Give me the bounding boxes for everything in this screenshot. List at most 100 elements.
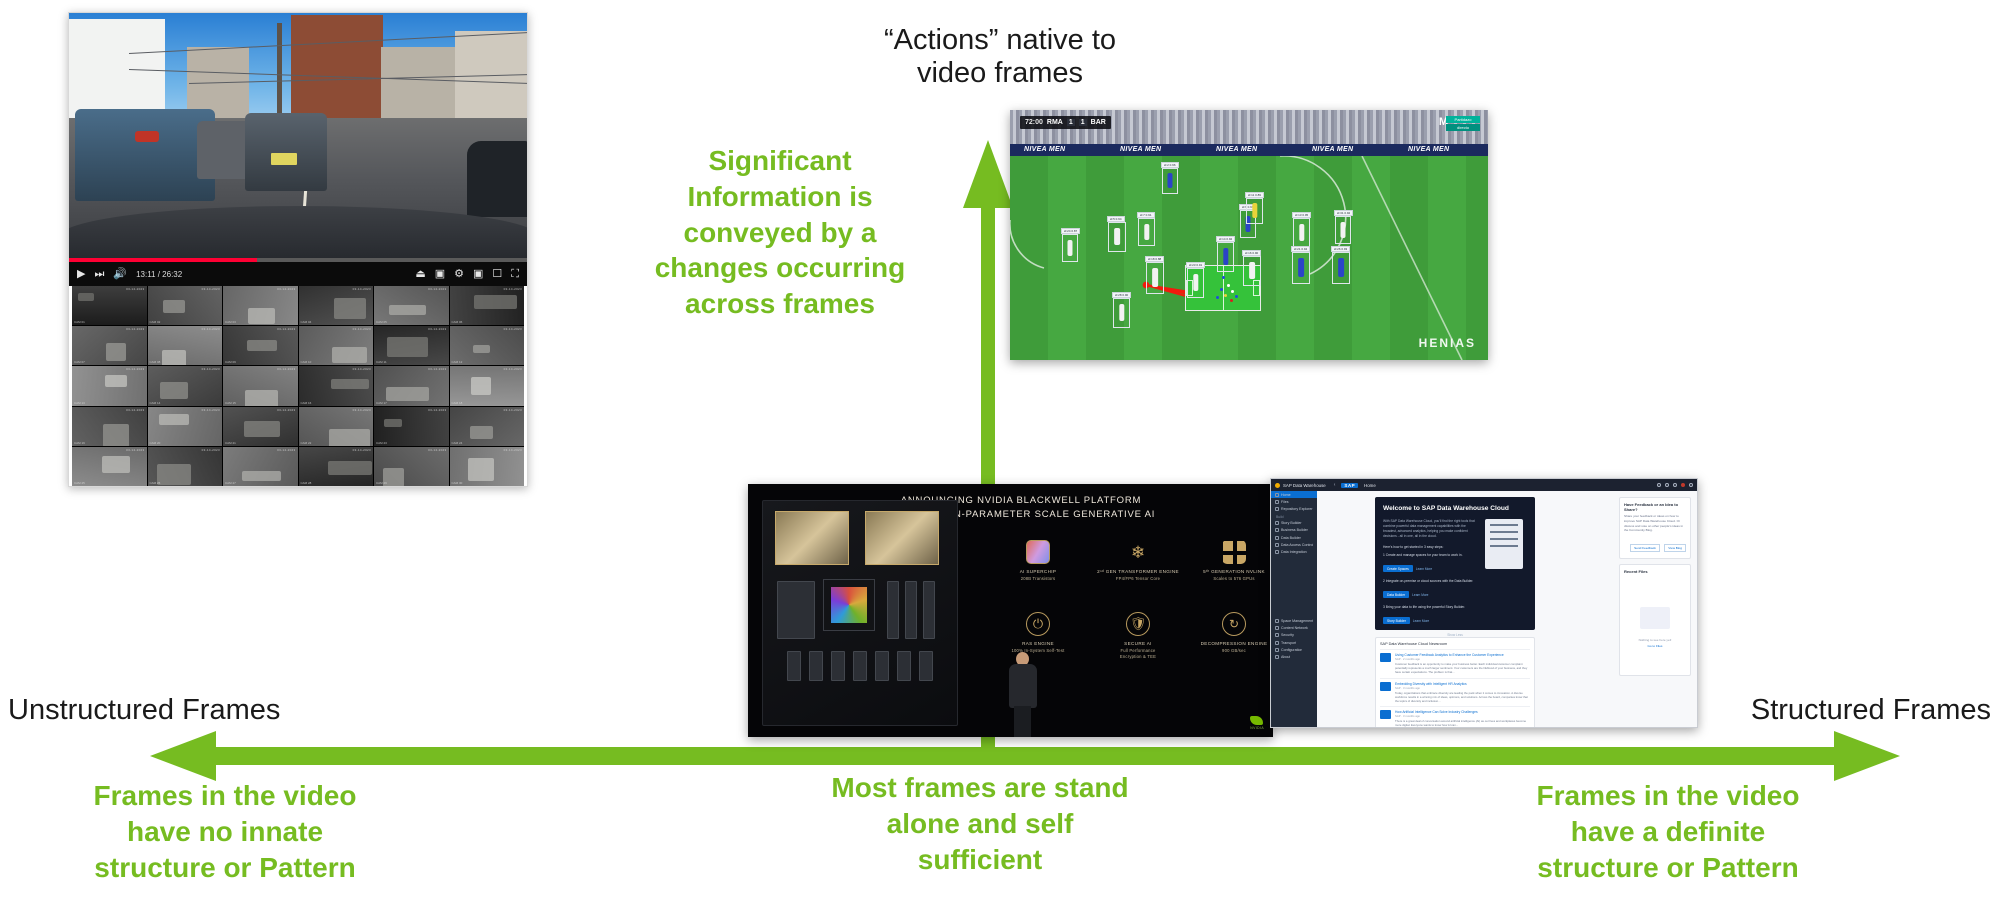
player-body [1249,262,1255,280]
miniplayer-icon[interactable]: ▣ [473,268,483,280]
sap-nav-label: Files [1281,499,1289,504]
cctv-timestamp: 03-14-2023 [126,447,145,452]
cctv-grid[interactable]: 03-14-2023 CAM 01 03-14-2023 CAM 02 03-14-20… [72,286,524,486]
cctv-cell[interactable]: 03-14-2023 CAM 02 [147,286,222,326]
sap-nav-item[interactable]: Data Integration [1271,548,1317,555]
fullscreen-icon[interactable]: ⛶ [511,268,519,280]
sap-nav-item[interactable]: Story Builder [1271,520,1317,527]
sap-nav-item[interactable]: About [1271,653,1317,660]
cctv-cell[interactable]: 03-14-2023 CAM 01 [72,286,147,326]
cctv-cell[interactable]: 03-14-2023 CAM 13 [72,366,147,406]
cctv-cell[interactable]: 03-14-2023 CAM 24 [449,406,524,446]
next-icon[interactable]: ⏭ [94,268,104,280]
sap-step-button[interactable]: Data Builder [1383,591,1410,599]
sap-dwc-frame[interactable]: SAP Data Warehouse ‹ SAP Home Home Files R… [1270,478,1698,728]
video-controls-bar[interactable]: ▶ ⏭ 🔊 13:11 / 26:32 ⏏ ▣ ⚙ ▣ ☐ ⛶ [69,262,527,286]
cctv-cell[interactable]: 03-14-2023 CAM 10 [298,326,373,366]
menu-icon[interactable] [1689,483,1693,487]
cctv-cell[interactable]: 03-14-2023 CAM 14 [147,366,222,406]
sap-nav-item[interactable]: Space Management [1271,618,1317,625]
sap-nav-item[interactable]: Transport [1271,639,1317,646]
sap-step-button[interactable]: Create Spaces [1383,565,1413,573]
cctv-cell[interactable]: 03-14-2023 CAM 16 [298,366,373,406]
edit-icon[interactable] [1665,483,1669,487]
sap-nav-item[interactable]: Business Builder [1271,527,1317,534]
cctv-cell[interactable]: 03-14-2023 CAM 19 [72,406,147,446]
subtitles-icon[interactable]: ⏏ [415,268,425,280]
decompression-icon: ↻ [1222,612,1246,636]
sap-home-label[interactable]: Home [1364,483,1376,488]
heatsink-bar [905,581,917,639]
nvidia-feature: AI SUPERCHIP 208B Transistors [992,540,1084,582]
cctv-cell[interactable]: 03-14-2023 CAM 30 [449,446,524,486]
cctv-cell[interactable]: 03-14-2023 CAM 27 [223,446,298,486]
captions-icon[interactable]: ▣ [435,268,445,280]
cctv-cell[interactable]: 03-14-2023 CAM 20 [147,406,222,446]
detection-label: id:7 0.91 [1137,212,1155,218]
cctv-cell[interactable]: 03-14-2023 CAM 26 [147,446,222,486]
sap-sidebar[interactable]: Home Files Repository Explorer Build Story B… [1271,491,1317,727]
sap-nav-item[interactable]: Data Access Controls [1271,541,1317,548]
settings-icon[interactable]: ⚙ [454,268,464,280]
sap-news-item[interactable]: Embedding Diversity with Intelligent HR … [1380,677,1530,707]
view-blog-button[interactable]: View Blog [1664,544,1686,553]
cctv-camera-label: CAM 04 [300,320,312,325]
notifications-icon[interactable] [1657,483,1661,487]
minimap-player-dot [1231,290,1234,293]
cctv-cell[interactable]: 03-14-2023 CAM 15 [223,366,298,406]
sap-step-button[interactable]: Story Builder [1383,617,1410,625]
cctv-cell[interactable]: 03-14-2023 CAM 25 [72,446,147,486]
sap-nav-item[interactable]: Files [1271,498,1317,505]
nvidia-keynote-frame[interactable]: ANNOUNCING NVIDIA BLACKWELL PLATFORM FOR… [748,484,1273,737]
sap-nav-item[interactable]: Security [1271,632,1317,639]
sap-nav-item[interactable]: Repository Explorer [1271,505,1317,512]
avatar[interactable] [1681,483,1685,487]
sap-nav-item[interactable]: Content Network [1271,625,1317,632]
sap-step-link[interactable]: Learn More [1413,619,1429,623]
minimap-player-dot [1222,276,1225,279]
help-icon[interactable] [1673,483,1677,487]
cctv-camera-label: CAM 01 [74,320,85,325]
player-body [1067,239,1073,256]
sap-step-link[interactable]: Learn More [1416,567,1432,571]
axis-label-left: Unstructured Frames [8,694,281,726]
cctv-cell[interactable]: 03-14-2023 CAM 09 [223,326,298,366]
cctv-camera-label: CAM 02 [149,320,161,325]
cctv-cell[interactable]: 03-14-2023 CAM 21 [223,406,298,446]
cctv-cell[interactable]: 03-14-2023 CAM 04 [298,286,373,326]
player-detection-box: id:23 0.91 [1186,262,1206,298]
cctv-cell[interactable]: 03-14-2023 CAM 17 [374,366,449,406]
cctv-camera-label: CAM 29 [376,481,387,485]
cctv-cell[interactable]: 03-14-2023 CAM 05 [374,286,449,326]
cctv-cell[interactable]: 03-14-2023 CAM 22 [298,406,373,446]
sap-nav-item[interactable]: Configuration [1271,646,1317,653]
detection-label: id:11 0.89 [1245,192,1264,198]
cctv-cell[interactable]: 03-14-2023 CAM 08 [147,326,222,366]
cctv-cell[interactable]: 03-14-2023 CAM 12 [449,326,524,366]
theater-icon[interactable]: ☐ [492,268,502,280]
cctv-timestamp: 03-14-2023 [352,447,371,452]
sap-news-item[interactable]: Using Customer Feedback Analytics to Enh… [1380,649,1530,678]
cctv-camera-label: CAM 03 [225,320,236,325]
cctv-cell[interactable]: 03-14-2023 CAM 07 [72,326,147,366]
sap-news-item[interactable]: How Artificial Intelligence Can Solve In… [1380,706,1530,727]
cctv-cell[interactable]: 03-14-2023 CAM 29 [374,446,449,486]
minimap-player-dot [1224,294,1227,297]
sap-nav-item[interactable]: Data Builder [1271,534,1317,541]
sap-step-link[interactable]: Learn More [1412,593,1428,597]
cctv-cell[interactable]: 03-14-2023 CAM 03 [223,286,298,326]
cctv-cell[interactable]: 03-14-2023 CAM 28 [298,446,373,486]
sap-go-to-files-link[interactable]: Go to Files [1620,644,1690,648]
cctv-cell[interactable]: 03-14-2023 CAM 06 [449,286,524,326]
sap-nav-item[interactable]: Home [1271,491,1317,499]
cctv-cell[interactable]: 03-14-2023 CAM 23 [374,406,449,446]
unstructured-video-player[interactable]: ▶ ⏭ 🔊 13:11 / 26:32 ⏏ ▣ ⚙ ▣ ☐ ⛶ 03-14-20… [68,12,528,487]
volume-icon[interactable]: 🔊 [113,268,127,280]
play-icon[interactable]: ▶ [77,268,85,280]
soccer-analysis-frame[interactable]: NIVEA MEN NIVEA MEN NIVEA MEN NIVEA MEN … [1010,110,1488,360]
send-feedback-button[interactable]: Send Feedback [1630,544,1660,553]
back-chevron-icon[interactable]: ‹ [1334,482,1336,488]
cctv-cell[interactable]: 03-14-2023 CAM 18 [449,366,524,406]
cctv-camera-label: CAM 10 [300,360,312,365]
cctv-cell[interactable]: 03-14-2023 CAM 11 [374,326,449,366]
